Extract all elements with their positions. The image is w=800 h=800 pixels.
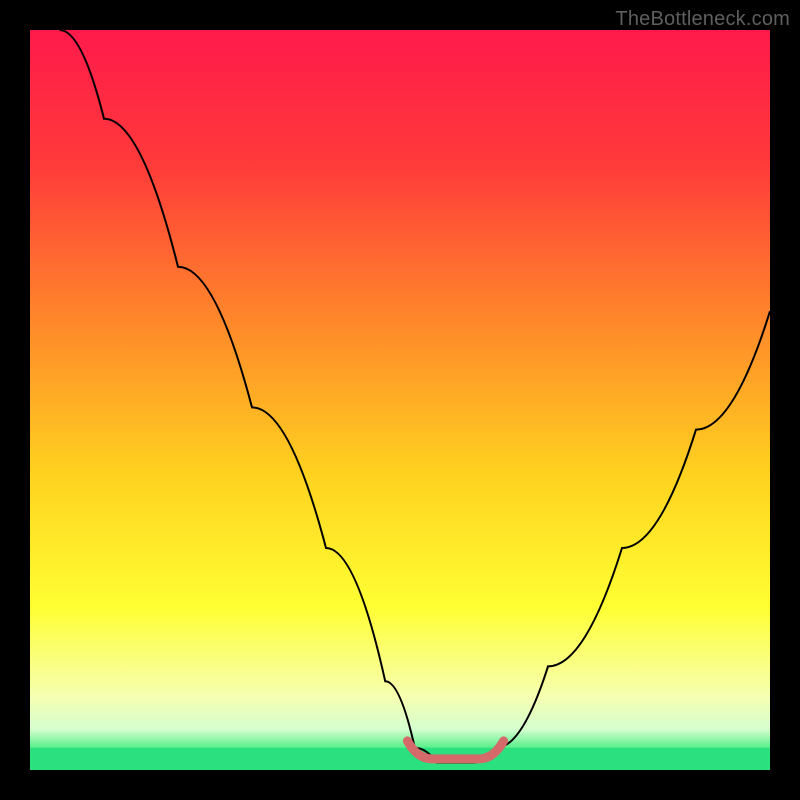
green-band xyxy=(30,748,770,770)
chart-container: TheBottleneck.com xyxy=(0,0,800,800)
watermark-text: TheBottleneck.com xyxy=(615,8,790,31)
plot-svg xyxy=(30,30,770,770)
gradient-fill xyxy=(30,30,770,770)
plot-area xyxy=(30,30,770,770)
